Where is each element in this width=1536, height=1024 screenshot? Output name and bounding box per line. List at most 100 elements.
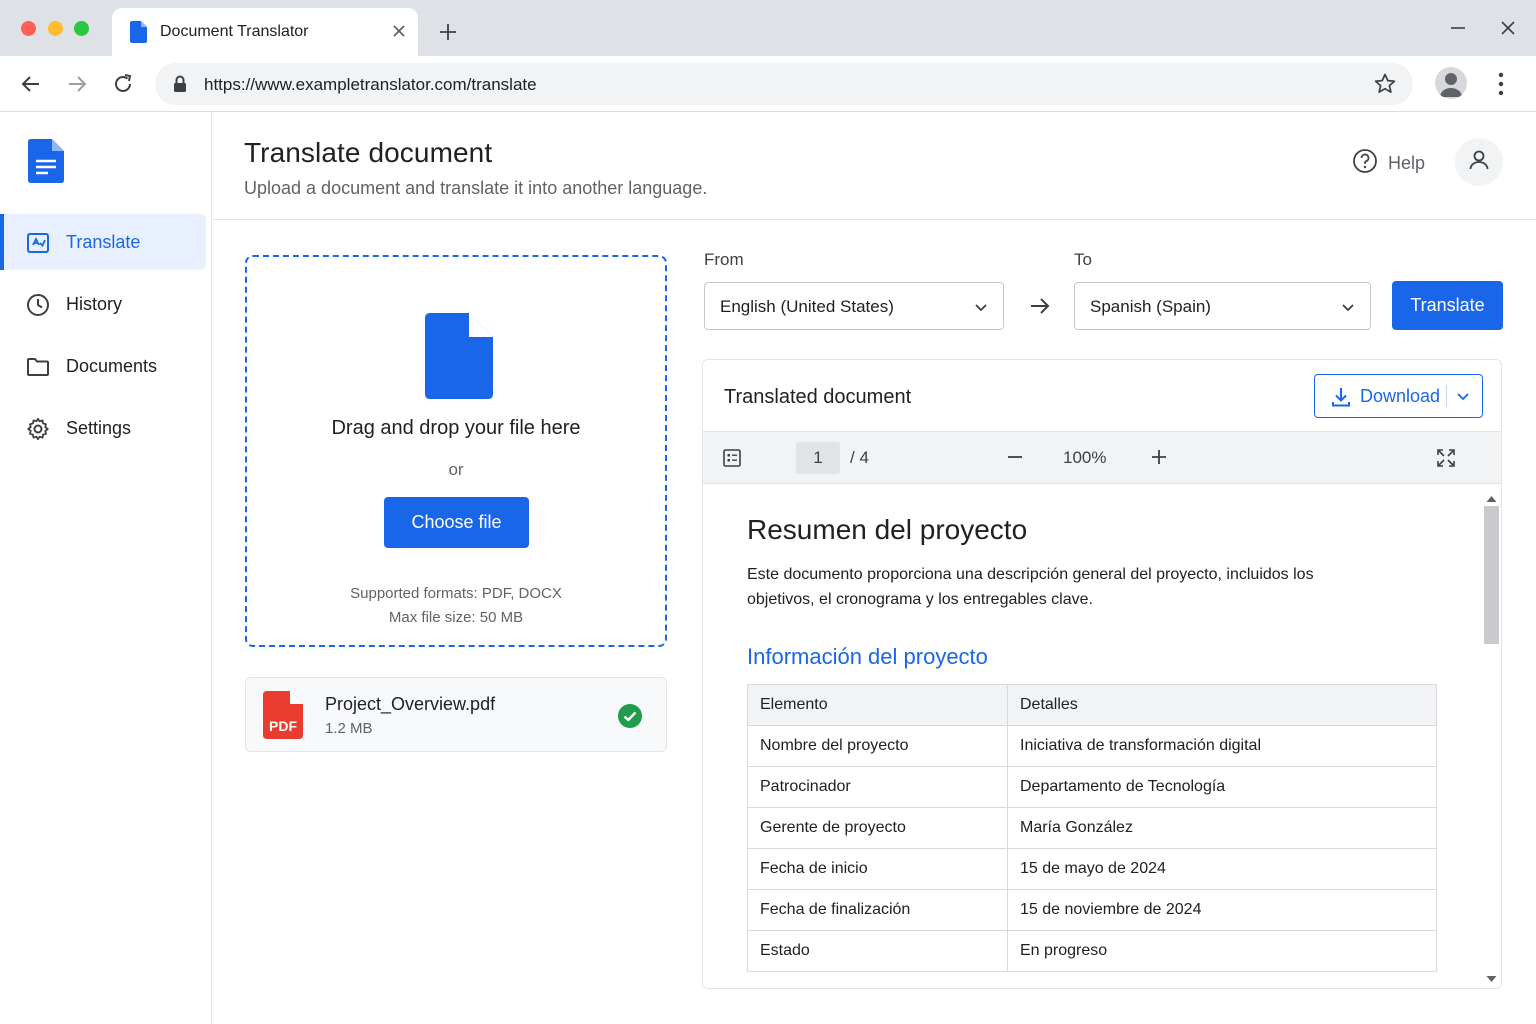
document-section-heading: Información del proyecto [747, 644, 988, 669]
address-bar[interactable]: https://www.exampletranslator.com/transl… [155, 63, 1413, 105]
table-cell: 15 de mayo de 2024 [1007, 848, 1437, 890]
zoom-out-minus-icon[interactable] [1005, 447, 1025, 472]
pdf-file-icon: PDF [263, 691, 303, 744]
lock-icon [173, 75, 187, 98]
page-title: Translate document [244, 137, 493, 168]
user-account-button[interactable] [1455, 138, 1503, 186]
document-favicon-icon [130, 21, 147, 48]
table-cell: Estado [747, 930, 1008, 972]
supported-formats: Supported formats: PDF, DOCX [350, 585, 562, 602]
document-preview-content: Resumen del proyecto Este documento prop… [703, 484, 1481, 988]
reload-icon[interactable] [109, 70, 137, 98]
back-arrow-icon[interactable] [17, 70, 45, 98]
fullscreen-icon[interactable] [1436, 448, 1456, 473]
table-row: Fecha de inicio 15 de mayo de 2024 [747, 848, 1437, 890]
to-label: To [1074, 250, 1092, 269]
new-tab-plus-icon[interactable] [436, 20, 460, 44]
browser-tab-bar: Document Translator [0, 0, 1536, 56]
project-info-table: Elemento Detalles Nombre del proyecto In… [747, 684, 1437, 972]
download-separator [1446, 385, 1447, 407]
page-subtitle: Upload a document and translate it into … [244, 178, 708, 198]
zoom-level[interactable]: 100% [1063, 448, 1106, 468]
check-circle-icon [617, 703, 643, 734]
drop-zone-title: Drag and drop your file here [331, 417, 581, 439]
table-cell: Fecha de finalización [747, 889, 1008, 931]
target-language-value: Spanish (Spain) [1090, 297, 1211, 316]
sidebar-item-label: Documents [66, 356, 158, 376]
chevron-down-icon [1340, 299, 1356, 320]
sidebar-item-label: Translate [66, 232, 141, 252]
sidebar-item-label: History [66, 294, 123, 314]
chevron-down-icon[interactable] [1455, 388, 1471, 409]
download-label: Download [1360, 386, 1441, 406]
help-button[interactable]: Help [1352, 148, 1425, 178]
source-language-value: English (United States) [720, 297, 894, 316]
viewer-toolbar: 1 / 4 100% [703, 431, 1501, 484]
max-file-size: Max file size: 50 MB [388, 609, 524, 626]
table-header-cell: Detalles [1007, 684, 1437, 726]
window-close-dot[interactable] [21, 21, 36, 36]
header-divider [213, 219, 1536, 220]
translated-document-panel: Translated document Download 1 / 4 100% … [702, 359, 1502, 989]
window-zoom-dot[interactable] [74, 21, 89, 36]
window-minimize-dot[interactable] [48, 21, 63, 36]
download-button[interactable]: Download [1314, 374, 1483, 418]
file-size: 1.2 MB [325, 720, 373, 737]
bookmark-star-icon[interactable] [1373, 72, 1397, 101]
sidebar: Translate History Documents Settings [0, 112, 212, 1024]
table-row: Estado En progreso [747, 930, 1437, 972]
sidebar-item-history[interactable]: History [4, 276, 206, 332]
choose-file-button[interactable]: Choose file [384, 497, 529, 548]
table-cell: Departamento de Tecnología [1007, 766, 1437, 808]
browser-tab[interactable]: Document Translator [112, 8, 418, 56]
uploaded-file-card[interactable]: PDF Project_Overview.pdf 1.2 MB [245, 677, 667, 752]
scroll-down-arrow-icon[interactable] [1486, 970, 1497, 988]
close-window-icon[interactable] [1498, 18, 1518, 38]
table-cell: María González [1007, 807, 1437, 849]
translate-icon [26, 231, 50, 255]
translate-button[interactable]: Translate [1392, 281, 1503, 330]
table-cell: Patrocinador [747, 766, 1008, 808]
download-icon [1330, 386, 1352, 413]
table-row: Nombre del proyecto Iniciativa de transf… [747, 725, 1437, 767]
table-cell: Fecha de inicio [747, 848, 1008, 890]
table-cell: 15 de noviembre de 2024 [1007, 889, 1437, 931]
source-language-select[interactable]: English (United States) [704, 282, 1004, 330]
user-icon [1467, 148, 1491, 177]
pdf-badge-text: PDF [269, 718, 297, 734]
sidebar-item-settings[interactable]: Settings [4, 400, 206, 456]
table-header-row: Elemento Detalles [747, 684, 1437, 726]
clock-icon [26, 293, 50, 317]
table-row: Fecha de finalización 15 de noviembre de… [747, 889, 1437, 931]
document-scrollbar[interactable] [1481, 484, 1501, 988]
table-cell: Iniciativa de transformación digital [1007, 725, 1437, 767]
table-cell: Gerente de proyecto [747, 807, 1008, 849]
browser-toolbar: https://www.exampletranslator.com/transl… [0, 56, 1536, 112]
from-label: From [704, 250, 744, 269]
folder-icon [26, 355, 50, 379]
tab-title: Document Translator [160, 23, 309, 40]
drop-zone-or: or [448, 460, 464, 479]
target-language-select[interactable]: Spanish (Spain) [1074, 282, 1371, 330]
sidebar-item-translate[interactable]: Translate [0, 214, 206, 270]
minimize-icon[interactable] [1448, 18, 1468, 38]
help-label: Help [1388, 152, 1426, 173]
table-cell: En progreso [1007, 930, 1437, 972]
file-drop-zone[interactable]: Drag and drop your file here or Choose f… [245, 255, 667, 647]
document-upload-icon [425, 313, 493, 404]
app-logo-document-icon[interactable] [28, 139, 64, 188]
thumbnails-icon[interactable] [722, 448, 742, 473]
sidebar-item-documents[interactable]: Documents [4, 338, 206, 394]
page-number-input[interactable]: 1 [796, 442, 840, 474]
forward-arrow-icon[interactable] [63, 70, 91, 98]
tab-close-icon[interactable] [388, 20, 410, 42]
table-row: Gerente de proyecto María González [747, 807, 1437, 849]
page-total: / 4 [850, 448, 869, 467]
scrollbar-thumb[interactable] [1484, 506, 1499, 644]
browser-profile-avatar[interactable] [1435, 67, 1467, 99]
gear-icon [26, 417, 50, 441]
browser-menu-icon[interactable] [1489, 70, 1513, 103]
preview-title: Translated document [724, 386, 912, 408]
zoom-in-plus-icon[interactable] [1149, 447, 1169, 472]
url-text[interactable]: https://www.exampletranslator.com/transl… [204, 75, 537, 95]
